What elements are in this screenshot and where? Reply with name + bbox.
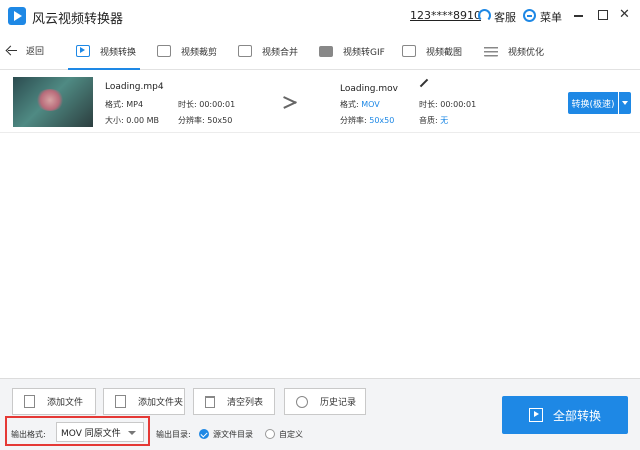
source-duration: 时长: 00:00:01 [178, 100, 236, 109]
target-format: 格式: MOV [340, 100, 380, 109]
app-title: 风云视频转换器 [32, 12, 124, 27]
merge-icon [238, 45, 252, 57]
radio-custom-dir[interactable] [265, 429, 275, 439]
tab-label: 视频裁剪 [181, 47, 218, 58]
app-logo-icon [8, 7, 26, 25]
tab-video-merge[interactable]: 视频合并 [238, 32, 298, 70]
output-dir-label: 输出目录: [156, 430, 191, 439]
equalizer-icon [484, 45, 498, 57]
feature-toolbar: 返回 视频转换 视频裁剪 视频合并 视频转GIF 视频截图 视频优化 [0, 32, 640, 70]
tab-video-screenshot[interactable]: 视频截图 [402, 32, 462, 70]
minimize-icon[interactable] [572, 8, 586, 22]
video-convert-icon [76, 45, 90, 57]
screenshot-icon [402, 45, 416, 57]
radio-source-dir-label[interactable]: 源文件目录 [213, 429, 253, 440]
target-audio: 音质: 无 [419, 116, 449, 125]
history-button[interactable]: 历史记录 [284, 388, 366, 415]
back-arrow-icon [6, 46, 18, 56]
chevron-down-icon [128, 431, 136, 435]
service-button[interactable]: 客服 [494, 9, 516, 25]
shuffle-icon [283, 97, 297, 107]
add-file-icon [24, 395, 35, 408]
clock-icon [296, 395, 308, 408]
tab-video-convert[interactable]: 视频转换 [67, 32, 141, 70]
radio-custom-dir-label[interactable]: 自定义 [279, 429, 303, 440]
close-icon[interactable]: ✕ [619, 8, 633, 22]
maximize-icon[interactable] [596, 8, 610, 22]
menu-icon[interactable] [523, 9, 536, 22]
radio-source-dir[interactable] [199, 429, 209, 439]
source-resolution: 分辨率: 50x50 [178, 116, 233, 125]
edit-icon[interactable] [419, 78, 429, 88]
tab-video-gif[interactable]: 视频转GIF [319, 32, 385, 70]
source-file-name: Loading.mp4 [105, 82, 164, 92]
source-format: 格式: MP4 [105, 100, 144, 109]
tab-label: 视频截图 [426, 47, 463, 58]
tab-label: 视频合并 [262, 47, 299, 58]
crop-icon [157, 45, 171, 57]
output-format-select[interactable]: MOV 同原文件 [56, 422, 144, 442]
convert-all-button[interactable]: 全部转换 [502, 396, 628, 434]
title-bar: 风云视频转换器 123****8910 客服 菜单 ✕ [0, 0, 640, 32]
back-button[interactable]: 返回 [6, 44, 44, 57]
source-size: 大小: 0.00 MB [105, 116, 159, 125]
target-file-name: Loading.mov [340, 84, 398, 94]
convert-button[interactable]: 转换(极速) [568, 92, 618, 114]
back-label: 返回 [26, 47, 45, 57]
tab-video-optimize[interactable]: 视频优化 [484, 32, 544, 70]
add-folder-button[interactable]: 添加文件夹 [103, 388, 185, 415]
chevron-down-icon[interactable] [619, 92, 631, 114]
target-duration: 时长: 00:00:01 [419, 100, 477, 109]
target-resolution: 分辨率: 50x50 [340, 116, 395, 125]
output-format-label: 输出格式: [11, 430, 46, 439]
file-list-row[interactable]: Loading.mp4 格式: MP4 时长: 00:00:01 大小: 0.0… [0, 71, 640, 133]
account-link[interactable]: 123****8910 [410, 9, 481, 22]
tab-label: 视频转换 [100, 47, 137, 58]
headset-icon[interactable] [478, 9, 491, 22]
add-file-button[interactable]: 添加文件 [12, 388, 96, 415]
bottom-bar: 添加文件 添加文件夹 清空列表 历史记录 输出格式: MOV 同原文件 输出目录… [0, 378, 640, 450]
trash-icon [205, 395, 215, 408]
tab-label: 视频转GIF [343, 47, 385, 58]
menu-button[interactable]: 菜单 [540, 9, 562, 25]
add-folder-icon [115, 395, 126, 408]
gif-icon [319, 45, 333, 57]
clear-list-button[interactable]: 清空列表 [193, 388, 275, 415]
tab-video-crop[interactable]: 视频裁剪 [157, 32, 217, 70]
play-icon [528, 408, 543, 422]
video-thumbnail [13, 77, 93, 127]
tab-label: 视频优化 [508, 47, 545, 58]
